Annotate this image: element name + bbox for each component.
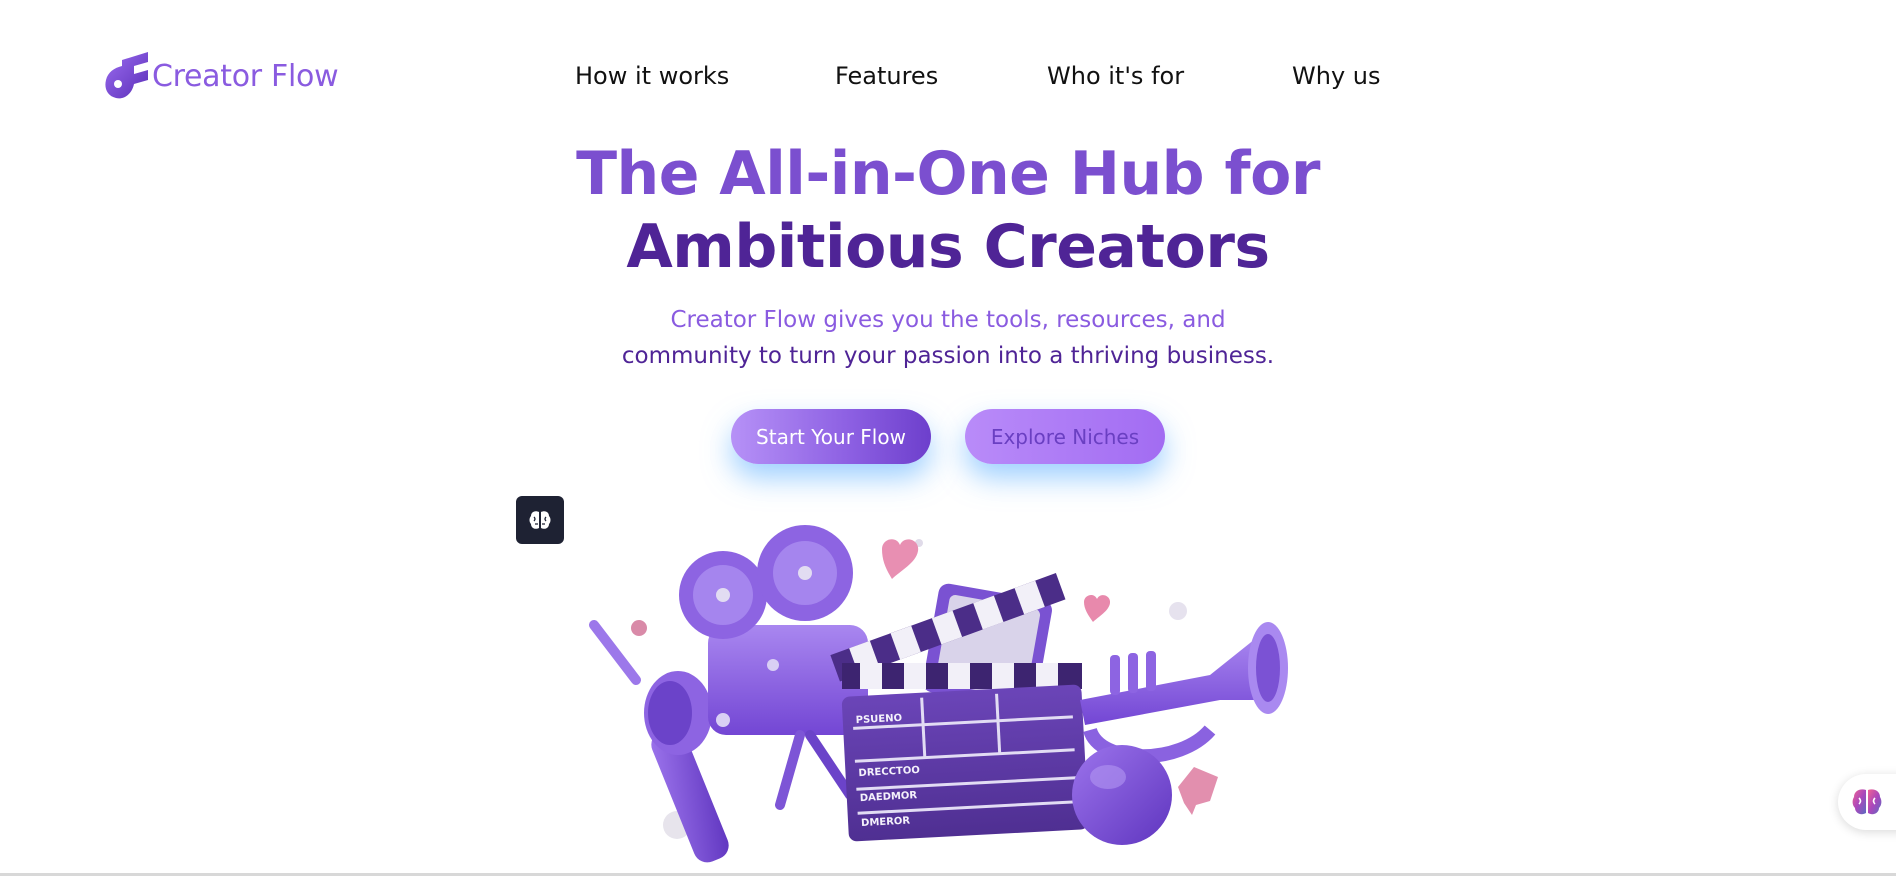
nav-how-it-works[interactable]: How it works [575, 62, 729, 90]
hero-title-line2: Ambitious Creators [626, 212, 1270, 282]
floating-assistant-button[interactable] [1838, 774, 1896, 830]
brand-name: Creator Flow [152, 58, 339, 94]
hero-title-line1: The All-in-One Hub for [576, 139, 1320, 209]
hero-title: The All-in-One Hub for Ambitious Creator… [0, 138, 1896, 284]
brain-icon [1852, 789, 1882, 815]
nav-who-its-for[interactable]: Who it's for [1047, 62, 1184, 90]
nav-features[interactable]: Features [835, 62, 938, 90]
nav-why-us[interactable]: Why us [1292, 62, 1381, 90]
brand-logo[interactable]: Creator Flow [104, 52, 339, 100]
brain-icon [529, 511, 551, 529]
explore-niches-button[interactable]: Explore Niches [965, 409, 1165, 464]
hero-subtitle-line2: community to turn your passion into a th… [621, 343, 1275, 369]
brain-button[interactable] [516, 496, 564, 544]
start-your-flow-button[interactable]: Start Your Flow [731, 409, 931, 464]
hero-illustration: PSUENO DRECCTOO DAEDMOR DMEROR [589, 525, 1288, 863]
hero-subtitle-line1: Creator Flow gives you the tools, resour… [670, 307, 1226, 333]
logo-icon [105, 52, 148, 99]
hero-subtitle: Creator Flow gives you the tools, resour… [0, 302, 1896, 374]
